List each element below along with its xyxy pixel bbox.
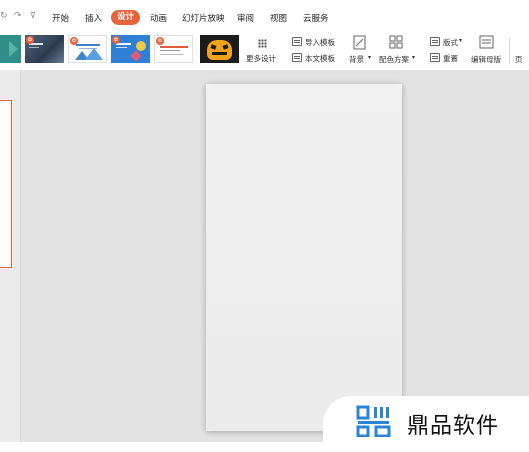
template-thumbnail[interactable]: ✿ <box>154 35 193 63</box>
reset-icon[interactable] <box>430 53 440 62</box>
template-thumbnail[interactable]: ✿ <box>68 35 107 63</box>
import-template-icon[interactable] <box>292 37 302 46</box>
template-thumbnail[interactable]: ✿ <box>25 35 64 63</box>
tab-view[interactable]: 视图 <box>270 12 287 24</box>
redo-icon[interactable]: ↻ <box>0 11 8 21</box>
template-thumbnail[interactable]: ✿ <box>111 35 150 63</box>
redo-icon[interactable]: ↷ <box>14 11 22 21</box>
edit-master-icon[interactable] <box>479 35 494 49</box>
template-thumbnail[interactable] <box>0 35 21 63</box>
background-button[interactable]: 背景 <box>349 54 364 65</box>
layout-button[interactable]: 版式 <box>443 37 458 48</box>
workspace <box>0 70 529 452</box>
layout-icon[interactable] <box>430 37 440 46</box>
more-designs-icon[interactable] <box>258 39 267 48</box>
selected-slide-thumbnail[interactable] <box>0 100 12 268</box>
customize-dropdown-icon[interactable]: ⊽ <box>30 11 36 20</box>
import-template-button[interactable]: 导入模板 <box>305 37 335 48</box>
color-scheme-icon[interactable] <box>389 35 403 49</box>
tab-insert[interactable]: 插入 <box>85 12 102 24</box>
background-icon[interactable] <box>353 35 366 50</box>
color-scheme-button[interactable]: 配色方案 <box>379 54 409 65</box>
tab-review[interactable]: 审阅 <box>237 12 254 24</box>
tab-home[interactable]: 开始 <box>52 12 69 24</box>
reset-button[interactable]: 重置 <box>443 53 458 64</box>
design-ribbon: ✿ ✿ ✿ ✿ 更多设计 导入模板 本文模板 背景 ▾ 配色方案 ▾ 版式 ▾ … <box>0 32 529 70</box>
tab-slideshow[interactable]: 幻灯片放映 <box>182 12 225 24</box>
page-setup-button[interactable]: 页 <box>515 54 523 65</box>
edit-master-button[interactable]: 编辑母版 <box>471 54 501 65</box>
slide-canvas[interactable] <box>206 84 402 431</box>
brand-name: 鼎品软件 <box>407 414 500 439</box>
watermark: 鼎品软件 <box>323 396 529 452</box>
ribbon-divider <box>509 38 510 64</box>
this-template-icon[interactable] <box>292 53 302 62</box>
color-scheme-dropdown-icon[interactable]: ▾ <box>412 54 415 61</box>
background-dropdown-icon[interactable]: ▾ <box>368 54 371 61</box>
this-template-button[interactable]: 本文模板 <box>305 53 335 64</box>
brand-logo-icon <box>356 405 391 437</box>
template-badge-icon: ✿ <box>70 37 78 45</box>
template-badge-icon: ✿ <box>112 36 120 44</box>
slide-thumbnail-panel[interactable] <box>0 70 21 442</box>
template-thumbnail[interactable] <box>200 35 239 63</box>
tab-design[interactable]: 设计 <box>111 10 141 25</box>
template-badge-icon: ✿ <box>156 37 164 45</box>
menu-bar: ↻ ↷ ⊽ 开始 插入 设计 动画 幻灯片放映 审阅 视图 云服务 <box>0 0 529 32</box>
template-badge-icon: ✿ <box>26 36 34 44</box>
tab-cloud-service[interactable]: 云服务 <box>303 12 329 24</box>
tab-animation[interactable]: 动画 <box>150 12 167 24</box>
more-designs-label[interactable]: 更多设计 <box>246 53 276 64</box>
layout-dropdown-icon[interactable]: ▾ <box>459 37 462 44</box>
